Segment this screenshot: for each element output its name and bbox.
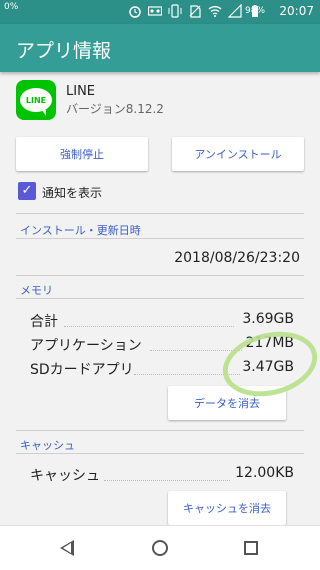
clear-cache-button[interactable]: キャッシュを消去	[168, 491, 286, 525]
navigation-bar	[0, 525, 320, 570]
divider	[16, 275, 304, 276]
row-leader	[64, 326, 234, 327]
status-time: 20:07	[279, 4, 314, 18]
install-section-header: インストール・更新日時	[20, 224, 141, 237]
page-title: アプリ情報	[16, 40, 112, 62]
wifi-icon	[208, 6, 222, 17]
uninstall-button[interactable]: アンインストール	[172, 137, 304, 171]
divider	[16, 213, 304, 214]
status-left-indicator: 0%	[4, 2, 19, 12]
app-bar: アプリ情報	[0, 24, 320, 72]
alarm-icon	[129, 6, 141, 18]
status-bar: 0% 98% 20:07	[0, 0, 320, 24]
divider	[16, 298, 304, 299]
divider	[16, 453, 304, 454]
force-stop-button[interactable]: 強制停止	[16, 137, 148, 171]
row-leader	[104, 480, 230, 481]
app-version: バージョン8.12.2	[66, 102, 164, 116]
battery-percent: 98%	[245, 6, 266, 16]
cache-row-value: 12.00KB	[235, 465, 294, 481]
voicemail-icon	[148, 6, 162, 16]
divider	[16, 430, 304, 431]
install-date: 2018/08/26/23:20	[174, 250, 300, 266]
memory-section-header: メモリ	[20, 284, 53, 297]
memory-row-sd-label: SDカードアプリ	[30, 362, 134, 378]
cache-row-label: キャッシュ	[30, 468, 100, 484]
row-leader	[150, 350, 242, 351]
show-notifications-checkbox[interactable]: ✓	[18, 182, 36, 200]
status-icons	[128, 4, 262, 18]
memory-row-app-label: アプリケーション	[30, 338, 142, 354]
show-notifications-label: 通知を表示	[42, 186, 103, 200]
recent-apps-icon[interactable]	[244, 541, 258, 555]
no-sim-icon	[189, 5, 201, 18]
app-name: LINE	[66, 84, 96, 99]
memory-row-total-label: 合計	[30, 314, 58, 330]
signal-icon	[228, 4, 242, 18]
back-icon[interactable]	[60, 540, 74, 556]
line-app-icon: LINE	[16, 80, 56, 120]
cache-section-header: キャッシュ	[20, 439, 75, 452]
divider	[16, 238, 304, 239]
memory-row-total-value: 3.69GB	[242, 311, 294, 327]
home-icon[interactable]	[152, 540, 168, 556]
vibrate-icon	[168, 4, 182, 18]
line-logo-bubble: LINE	[20, 88, 52, 116]
